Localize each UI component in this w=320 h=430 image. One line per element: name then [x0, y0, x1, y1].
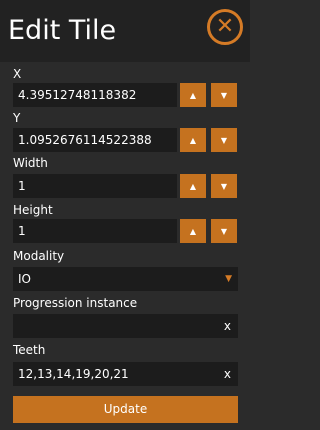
height-decrement-button[interactable]: ▼: [211, 219, 237, 243]
arrow-down-icon: ▼: [220, 181, 228, 191]
teeth-input[interactable]: 12,13,14,19,20,21 x: [13, 362, 238, 386]
panel-header: Edit Tile ✕: [0, 0, 250, 62]
chevron-down-icon: ▼: [225, 274, 232, 284]
edit-tile-panel: Edit Tile ✕ X 4.39512748118382 ▲ ▼ Y 1.0…: [0, 0, 250, 430]
width-increment-button[interactable]: ▲: [180, 174, 206, 198]
close-icon: ✕: [215, 14, 235, 39]
x-input[interactable]: 4.39512748118382: [13, 83, 177, 107]
arrow-down-icon: ▼: [220, 90, 228, 100]
clear-icon[interactable]: x: [224, 362, 231, 386]
modality-value: IO: [18, 272, 31, 286]
arrow-up-icon: ▲: [189, 181, 197, 191]
width-decrement-button[interactable]: ▼: [211, 174, 237, 198]
width-input[interactable]: 1: [13, 174, 177, 198]
modality-select[interactable]: IO ▼: [13, 267, 238, 291]
y-input[interactable]: 1.0952676114522388: [13, 128, 177, 152]
panel-title: Edit Tile: [8, 15, 117, 46]
x-decrement-button[interactable]: ▼: [211, 83, 237, 107]
arrow-down-icon: ▼: [220, 135, 228, 145]
progression-instance-input[interactable]: x: [13, 314, 238, 338]
clear-icon[interactable]: x: [224, 314, 231, 338]
modality-label: Modality: [13, 249, 65, 263]
teeth-label: Teeth: [13, 343, 46, 357]
progression-instance-label: Progression instance: [13, 296, 138, 310]
y-increment-button[interactable]: ▲: [180, 128, 206, 152]
update-button[interactable]: Update: [13, 396, 238, 423]
height-increment-button[interactable]: ▲: [180, 219, 206, 243]
width-label: Width: [13, 156, 48, 170]
arrow-up-icon: ▲: [189, 90, 197, 100]
arrow-down-icon: ▼: [220, 226, 228, 236]
height-label: Height: [13, 203, 53, 217]
x-increment-button[interactable]: ▲: [180, 83, 206, 107]
teeth-value: 12,13,14,19,20,21: [18, 367, 129, 381]
close-button[interactable]: ✕: [207, 9, 243, 45]
x-label: X: [13, 67, 22, 81]
arrow-up-icon: ▲: [189, 226, 197, 236]
y-decrement-button[interactable]: ▼: [211, 128, 237, 152]
height-input[interactable]: 1: [13, 219, 177, 243]
y-label: Y: [13, 111, 21, 125]
arrow-up-icon: ▲: [189, 135, 197, 145]
